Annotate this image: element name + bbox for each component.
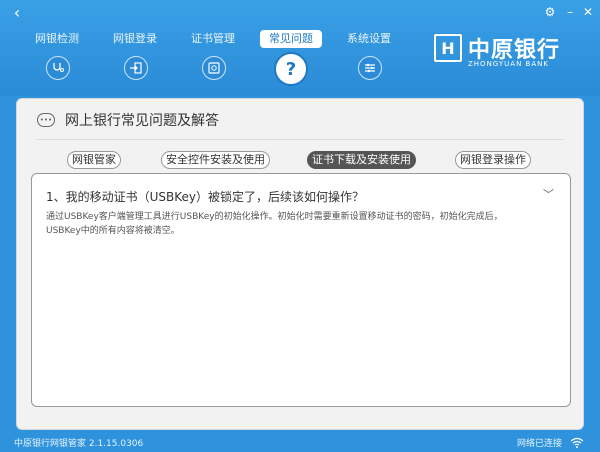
nav-label: 证书管理 — [191, 32, 235, 45]
divider — [37, 139, 563, 140]
nav-item-certificate[interactable]: 证书管理 — [174, 28, 252, 90]
nav-label: 网银登录 — [113, 32, 157, 45]
faq-tabs: 网银管家 安全控件安装及使用 证书下载及安装使用 网银登录操作 — [67, 151, 547, 169]
tab-certificate-install[interactable]: 证书下载及安装使用 — [307, 151, 416, 169]
tab-bank-manager[interactable]: 网银管家 — [67, 151, 121, 169]
nav-item-faq[interactable]: 常见问题 ? — [252, 28, 330, 90]
nav-item-check[interactable]: 网银检测 — [18, 28, 96, 90]
faq-panel: 1、我的移动证书（USBKey）被锁定了，后续该如何操作？ ﹀ 通过USBKey… — [31, 173, 571, 407]
nav-label: 系统设置 — [347, 32, 391, 45]
nav-label: 常见问题 — [260, 30, 322, 48]
status-bar: 中原银行网银管家 2.1.15.0306 网络已连接 — [0, 432, 600, 452]
chevron-down-icon[interactable]: ﹀ — [543, 186, 554, 202]
close-icon[interactable]: ✕ — [580, 4, 596, 20]
minimize-icon[interactable]: – — [562, 4, 578, 20]
main-nav: 网银检测 网银登录 证书管理 常见问题 ? 系统设置 — [18, 28, 408, 90]
network-status: 网络已连接 — [516, 439, 562, 449]
version-label: 中原银行网银管家 2.1.15.0306 — [14, 439, 144, 449]
certificate-icon — [202, 56, 226, 80]
stethoscope-icon — [46, 56, 70, 80]
faq-question[interactable]: 1、我的移动证书（USBKey）被锁定了，后续该如何操作？ — [46, 188, 364, 205]
faq-heading: ••• 网上银行常见问题及解答 — [37, 109, 219, 131]
question-icon: ? — [274, 52, 308, 86]
settings-icon — [358, 56, 382, 80]
back-icon[interactable]: ‹ — [8, 4, 26, 22]
faq-content: ••• 网上银行常见问题及解答 网银管家 安全控件安装及使用 证书下载及安装使用… — [16, 98, 584, 430]
chat-icon: ••• — [37, 113, 55, 127]
wifi-icon — [570, 435, 584, 449]
bank-logo: H 中原银行 ZHONGYUAN BANK — [434, 32, 574, 76]
nav-item-login[interactable]: 网银登录 — [96, 28, 174, 90]
nav-item-settings[interactable]: 系统设置 — [330, 28, 408, 90]
faq-title: 网上银行常见问题及解答 — [65, 113, 219, 129]
app-window: ‹ ⚙ – ✕ 网银检测 网银登录 证书管理 常见问题 ? 系统设置 H 中原银… — [0, 0, 600, 452]
bank-name-en: ZHONGYUAN BANK — [468, 60, 549, 68]
faq-answer: 通过USBKey客户端管理工具进行USBKey的初始化操作。初始化时需要重新设置… — [46, 212, 503, 236]
nav-label: 网银检测 — [35, 32, 79, 45]
tab-login-operation[interactable]: 网银登录操作 — [455, 151, 531, 169]
gear-icon[interactable]: ⚙ — [542, 4, 558, 20]
tab-security-control[interactable]: 安全控件安装及使用 — [161, 151, 270, 169]
title-bar: ‹ ⚙ – ✕ 网银检测 网银登录 证书管理 常见问题 ? 系统设置 H 中原银… — [0, 0, 600, 96]
bank-logo-mark: H — [434, 34, 462, 62]
login-icon — [124, 56, 148, 80]
